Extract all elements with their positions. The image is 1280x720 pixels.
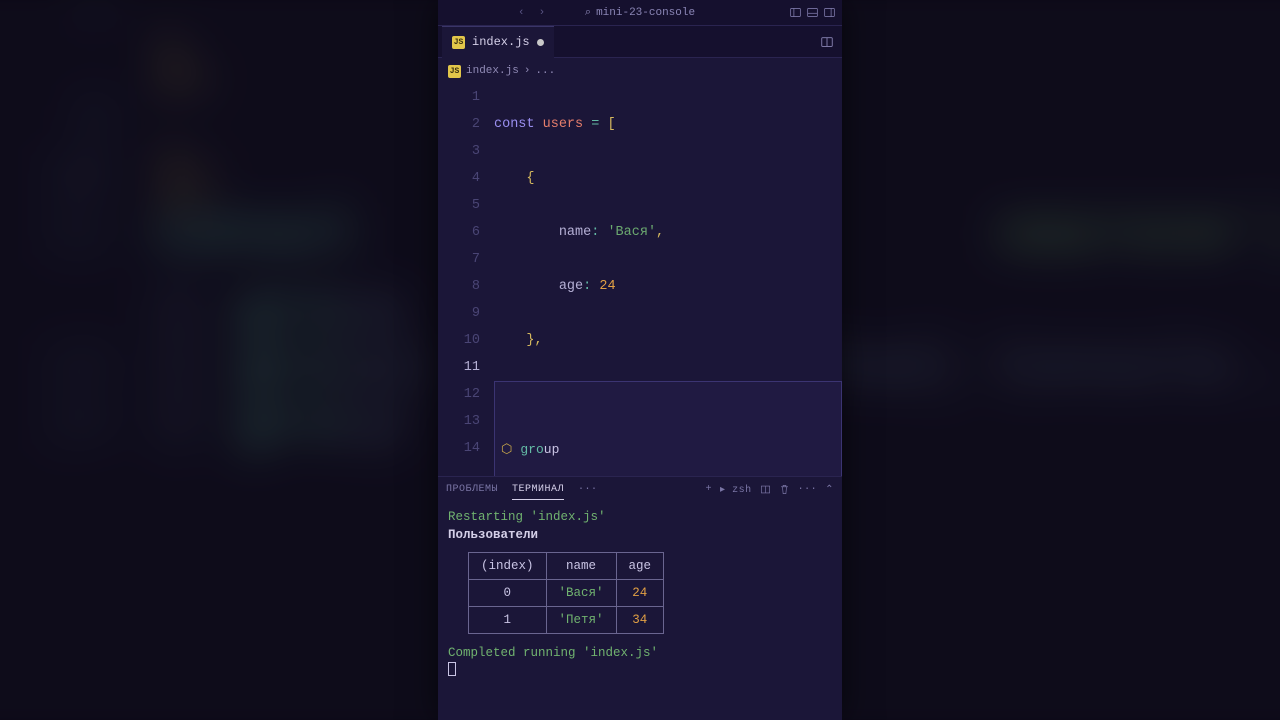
panel-tab-bar: ПРОБЛЕМЫ ТЕРМИНАЛ ··· + ▸ zsh ··· ⌃	[438, 476, 842, 502]
terminal-cursor	[448, 662, 456, 676]
chevron-up-icon[interactable]: ⌃	[825, 484, 834, 496]
nav-back-icon[interactable]: ‹	[518, 7, 525, 19]
code-area[interactable]: const users = [ { name: 'Вася', age: 24 …	[494, 84, 842, 476]
more-icon[interactable]: ···	[798, 484, 818, 495]
js-file-icon: JS	[448, 65, 461, 78]
nav-fwd-icon[interactable]: ›	[539, 7, 546, 19]
terminal-output[interactable]: Restarting 'index.js' Пользователи (inde…	[438, 502, 842, 720]
tab-more[interactable]: ···	[578, 480, 598, 499]
tab-filename: index.js	[472, 35, 530, 49]
split-terminal-icon[interactable]	[760, 484, 771, 495]
panel-right-icon[interactable]	[823, 6, 836, 19]
tab-index-js[interactable]: JS index.js	[442, 26, 554, 58]
command-center[interactable]: ⌕ mini-23-console	[585, 7, 695, 19]
intellisense-popup[interactable]: ⬡ group ⬡ groupColla… (method) Console.……	[494, 381, 842, 476]
vscode-window: ‹ › ⌕ mini-23-console JS index.js JS ind…	[438, 0, 842, 720]
tab-problems[interactable]: ПРОБЛЕМЫ	[446, 480, 498, 499]
modified-dot-icon	[537, 39, 544, 46]
tab-bar: JS index.js	[438, 26, 842, 58]
split-editor-icon[interactable]	[820, 35, 834, 49]
tab-terminal[interactable]: ТЕРМИНАЛ	[512, 480, 564, 500]
console-table: (index) name age 0 'Вася' 24 1 'Петя' 34	[468, 552, 664, 634]
project-name: mini-23-console	[596, 7, 695, 19]
nav-arrows[interactable]: ‹ ›	[518, 7, 545, 19]
title-bar: ‹ › ⌕ mini-23-console	[438, 0, 842, 26]
new-terminal-button[interactable]: +	[706, 484, 713, 495]
shell-dropdown[interactable]: ▸ zsh	[720, 484, 752, 496]
breadcrumb[interactable]: JS index.js › ...	[438, 58, 842, 80]
terminal-line: Completed running 'index.js'	[448, 644, 832, 662]
method-icon: ⬡	[501, 436, 512, 463]
terminal-line: Пользователи	[448, 526, 832, 544]
terminal-line: Restarting 'index.js'	[448, 508, 832, 526]
line-gutter: 12345 678910 11121314	[438, 84, 494, 476]
js-file-icon: JS	[452, 36, 465, 49]
panel-left-icon[interactable]	[789, 6, 802, 19]
trash-icon[interactable]	[779, 484, 790, 495]
suggest-item[interactable]: ⬡ group	[495, 436, 841, 463]
panel-bottom-icon[interactable]	[806, 6, 819, 19]
code-editor[interactable]: 12345 678910 11121314 const users = [ { …	[438, 80, 842, 476]
search-icon: ⌕	[585, 7, 591, 19]
